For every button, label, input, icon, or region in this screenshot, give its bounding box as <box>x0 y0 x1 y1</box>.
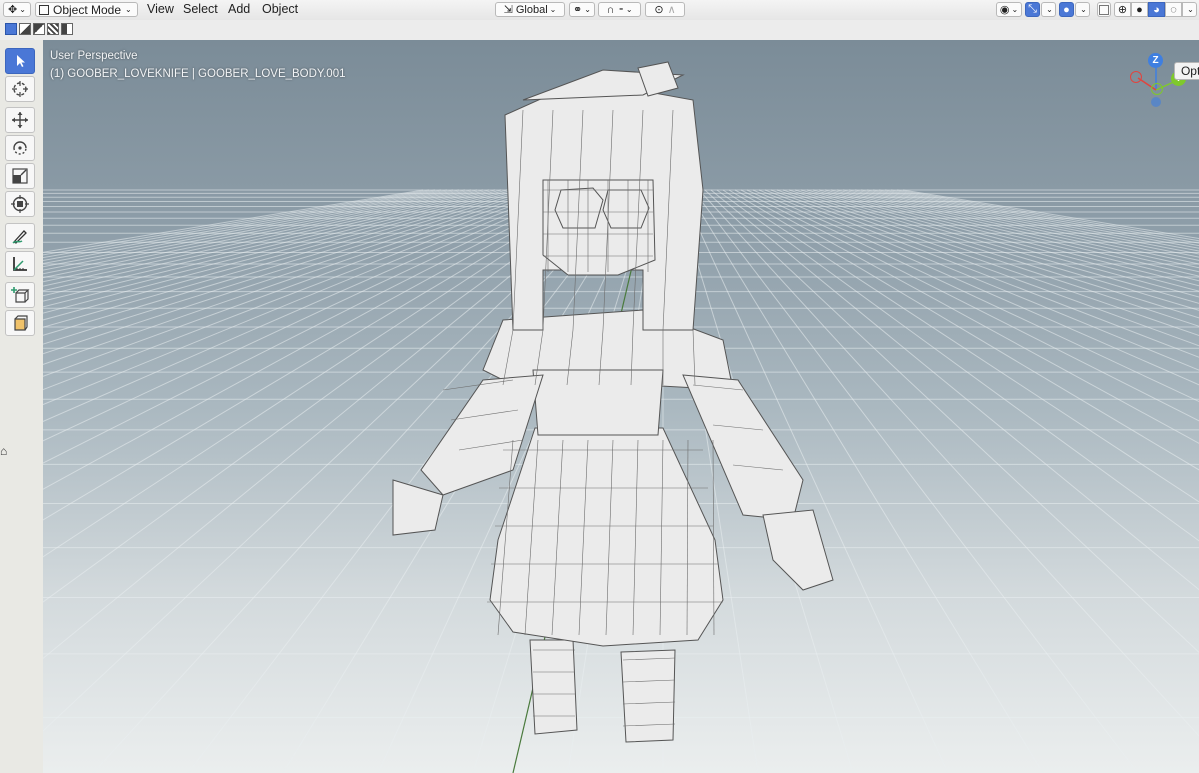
transform-icon <box>11 195 29 213</box>
glasses-right <box>602 189 650 229</box>
xray-icon <box>1099 4 1109 15</box>
transform-orientation-dropdown[interactable]: ⇲ Global ⌄ <box>495 2 565 17</box>
right-arm <box>682 374 804 521</box>
torso <box>532 369 664 436</box>
chevron-down-icon: ⌄ <box>1046 5 1053 14</box>
rotate-icon <box>13 141 27 155</box>
object-name-label: (1) GOOBER_LOVEKNIFE | GOOBER_LOVE_BODY.… <box>50 68 346 80</box>
shading-rendered-button[interactable]: ◌ <box>1165 2 1182 17</box>
rendered-sphere-icon: ◌ <box>1170 3 1177 16</box>
overlays-icon: ● <box>1063 3 1070 16</box>
ruler-icon <box>13 257 27 271</box>
options-dropdown[interactable]: Options⌄ <box>1174 62 1199 80</box>
add-cube-icon <box>11 287 30 303</box>
cursor-arrow-icon <box>17 55 25 67</box>
add-object-tool-button[interactable] <box>5 310 35 336</box>
xray-button[interactable] <box>1097 2 1111 17</box>
perspective-label: User Perspective <box>50 50 138 62</box>
snap-button[interactable]: ∩ ⁃ ⌄ <box>598 2 641 17</box>
visibility-button[interactable]: ◉ ⌄ <box>996 2 1022 17</box>
object-mode-icon <box>39 4 49 15</box>
proportional-editing-icon: ⊙ <box>654 4 664 16</box>
scale-tool-button[interactable] <box>5 163 35 189</box>
chevron-down-icon: ⌄ <box>625 5 633 14</box>
orientation-icon: ⇲ <box>503 4 513 16</box>
rotate-tool-button[interactable] <box>5 135 35 161</box>
orientation-label: Global <box>515 3 548 16</box>
gizmo-toggle-button[interactable]: ⤡ <box>1025 2 1040 17</box>
editor-type-button[interactable]: ✥ ⌄ <box>3 2 31 17</box>
solid-sphere-icon: ● <box>1136 3 1143 16</box>
chevron-down-icon: ⌄ <box>1080 5 1087 14</box>
material-sphere-icon: ◕ <box>1153 3 1160 16</box>
gizmo-neg-x-axis[interactable] <box>1130 71 1142 83</box>
left-hand <box>392 479 444 536</box>
3d-cursor-icon <box>12 81 28 97</box>
menu-view[interactable]: View <box>147 2 174 17</box>
chevron-down-icon: ⌄ <box>125 5 132 14</box>
shading-dropdown[interactable]: ⌄ <box>1182 2 1197 17</box>
mode-label: Object Mode <box>53 2 122 17</box>
gizmo-icon: ⤡ <box>1028 3 1037 15</box>
3d-viewport[interactable]: User Perspective (1) GOOBER_LOVEKNIFE | … <box>43 40 1199 773</box>
select-tool-button[interactable] <box>5 48 35 74</box>
gizmo-neg-y-axis[interactable] <box>1151 83 1163 95</box>
pivot-point-button[interactable]: ⚭ ⌄ <box>569 2 595 17</box>
measure-tool-button[interactable] <box>5 251 35 277</box>
chevron-down-icon: ⌄ <box>1187 5 1194 14</box>
select-invert-icon[interactable] <box>47 23 59 35</box>
header-bar: ✥ ⌄ Object Mode ⌄ View Select Add Object … <box>0 0 1199 21</box>
overlays-dropdown[interactable]: ⌄ <box>1075 2 1090 17</box>
select-new-icon[interactable] <box>5 23 17 35</box>
proportional-editing-button[interactable]: ⊙ ∧ <box>645 2 685 17</box>
menu-select[interactable]: Select <box>183 2 218 17</box>
gizmo-dropdown[interactable]: ⌄ <box>1041 2 1056 17</box>
right-leg <box>620 649 676 743</box>
add-object-icon <box>14 315 28 331</box>
shading-wireframe-button[interactable]: ⊕ <box>1114 2 1131 17</box>
left-leg <box>529 639 578 735</box>
editor-type-icon: ✥ <box>8 4 18 16</box>
transform-tool-button[interactable] <box>5 191 35 217</box>
character-model <box>392 61 834 743</box>
chevron-down-icon: ⌄ <box>549 5 557 14</box>
overlays-toggle-button[interactable]: ● <box>1059 2 1074 17</box>
wireframe-sphere-icon: ⊕ <box>1117 4 1128 16</box>
shading-material-button[interactable]: ◕ <box>1148 2 1165 17</box>
pencil-icon <box>12 230 27 244</box>
snap-magnet-icon: ∩ <box>606 3 615 16</box>
select-intersect-icon[interactable] <box>61 23 73 35</box>
gizmo-z-axis[interactable]: Z <box>1148 53 1163 68</box>
mode-dropdown[interactable]: Object Mode ⌄ <box>35 2 138 17</box>
tool-settings-row <box>0 20 1199 40</box>
move-arrows-icon <box>12 112 28 128</box>
chevron-down-icon: ⌄ <box>584 5 591 14</box>
falloff-icon: ∧ <box>667 4 676 16</box>
snap-increment-icon: ⁃ <box>618 4 624 16</box>
shading-solid-button[interactable]: ● <box>1131 2 1148 17</box>
eye-icon: ◉ <box>999 4 1010 16</box>
chevron-down-icon: ⌄ <box>1011 5 1019 14</box>
menu-add[interactable]: Add <box>228 2 250 17</box>
pivot-icon: ⚭ <box>573 4 583 16</box>
move-tool-button[interactable] <box>5 107 35 133</box>
gizmo-neg-z-axis[interactable] <box>1151 97 1161 107</box>
toolbar: ⌂ <box>0 40 44 773</box>
cursor-edge-icon: ⌂ <box>0 444 8 458</box>
scale-icon <box>12 168 28 184</box>
right-hand <box>762 509 834 591</box>
select-subtract-icon[interactable] <box>33 23 45 35</box>
select-extend-icon[interactable] <box>19 23 31 35</box>
menu-object[interactable]: Object <box>262 2 298 17</box>
annotate-tool-button[interactable] <box>5 223 35 249</box>
cursor-tool-button[interactable] <box>5 76 35 102</box>
add-cube-tool-button[interactable] <box>5 282 35 308</box>
options-label: Options <box>1180 64 1199 78</box>
chevron-down-icon: ⌄ <box>19 5 26 14</box>
